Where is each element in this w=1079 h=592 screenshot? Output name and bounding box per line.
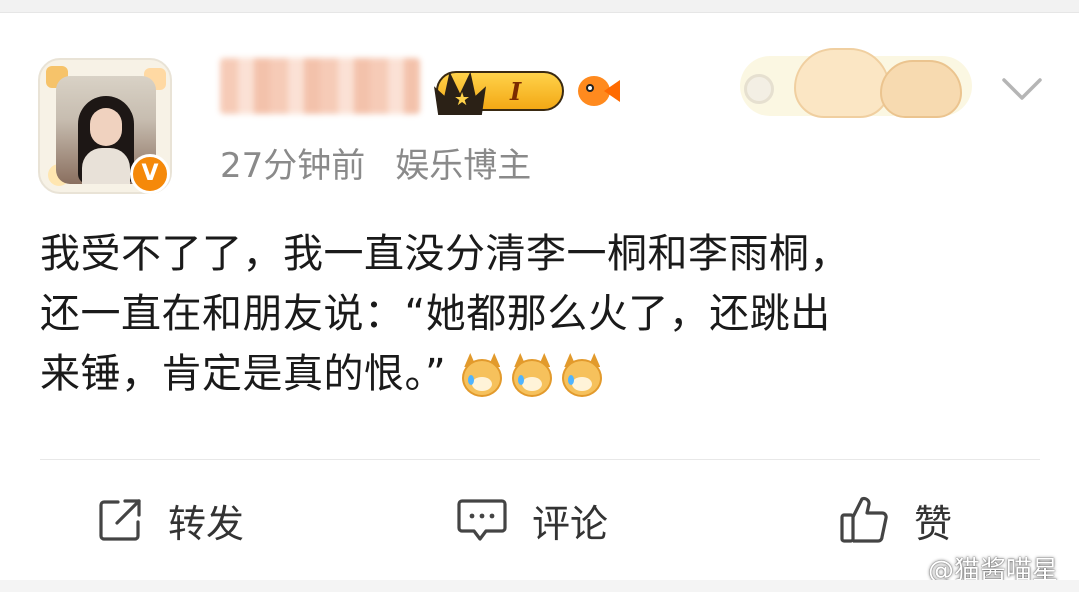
- post-content: 我受不了了，我一直没分清李一桐和李雨桐， 还一直在和朋友说：“她都那么火了，还跳…: [40, 224, 1050, 404]
- repost-label: 转发: [168, 501, 245, 546]
- post-text-line: 我受不了了，我一直没分清李一桐和李雨桐，: [40, 231, 850, 277]
- crying-dog-emoji-icon: [460, 353, 504, 399]
- bottom-edge: [0, 580, 1079, 592]
- comment-button[interactable]: 评论: [456, 488, 608, 552]
- comment-label: 评论: [532, 501, 609, 546]
- crying-dog-emoji-icon: [510, 353, 554, 399]
- comment-bubble-icon: [457, 499, 507, 541]
- post-text-line: 来锤，肯定是真的恨。”: [40, 344, 1050, 404]
- post-text-line-content: 来锤，肯定是真的恨。”: [40, 351, 447, 397]
- fish-badge-icon[interactable]: [572, 72, 620, 110]
- post-time: 27分钟前: [220, 146, 366, 186]
- crying-dog-emoji-icon: [560, 353, 604, 399]
- like-label: 赞: [914, 501, 953, 546]
- star-icon: ★: [454, 89, 471, 110]
- user-badges: ★ I: [434, 68, 620, 115]
- crown-level-badge[interactable]: ★ I: [434, 71, 564, 115]
- user-tag: 娱乐博主: [395, 146, 532, 186]
- username-blurred[interactable]: [220, 58, 420, 114]
- card-decoration-banner: [740, 40, 972, 120]
- action-bar: 转发 评论 赞: [0, 488, 1079, 552]
- level-text: I: [510, 77, 522, 106]
- top-edge: [0, 0, 1079, 13]
- post-meta: 27分钟前 娱乐博主: [220, 142, 531, 190]
- repost-button[interactable]: 转发: [96, 488, 244, 552]
- avatar[interactable]: V: [38, 52, 172, 194]
- shiba-dog-decoration: [880, 60, 962, 118]
- divider: [40, 459, 1040, 460]
- share-square-icon: [99, 499, 141, 541]
- chevron-down-icon[interactable]: [998, 72, 1046, 108]
- emoji-row: [460, 353, 604, 399]
- like-button[interactable]: 赞: [838, 488, 952, 552]
- flower-icon: [744, 74, 774, 104]
- verified-badge-icon: V: [130, 154, 170, 194]
- thumbs-up-icon: [840, 496, 888, 543]
- shiba-dog-decoration: [794, 48, 890, 118]
- weibo-logo-icon: [888, 556, 920, 582]
- post-text-line: 还一直在和朋友说：“她都那么火了，还跳出: [40, 291, 831, 337]
